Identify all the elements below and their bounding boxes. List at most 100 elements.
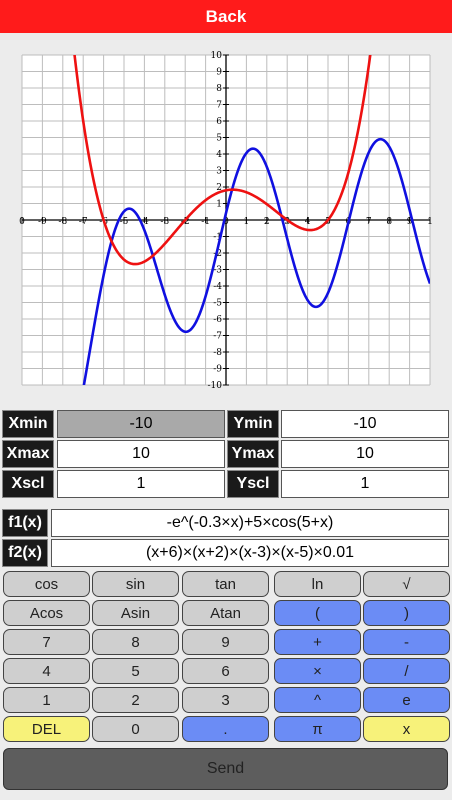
key-7[interactable]: 7 <box>3 629 90 655</box>
x-tick-label: 8 <box>386 217 392 227</box>
key-label: x <box>402 720 411 738</box>
key-e[interactable]: e <box>363 687 450 713</box>
key-label: 8 <box>131 633 140 651</box>
key-label: DEL <box>31 720 62 738</box>
key-del[interactable]: DEL <box>3 716 90 742</box>
key-2[interactable]: 2 <box>92 687 179 713</box>
xmax-label: Xmax <box>2 440 54 468</box>
xscl-label: Xscl <box>2 470 54 498</box>
key-minus[interactable]: - <box>363 629 450 655</box>
x-tick-label: -8 <box>58 217 67 227</box>
xmin-field[interactable]: -10 <box>57 410 225 438</box>
x-tick-label: 1 <box>244 217 250 227</box>
y-tick-label: 3 <box>216 167 222 177</box>
y-tick-label: 10 <box>211 51 223 61</box>
key-label: 7 <box>42 633 51 651</box>
key-label: Acos <box>29 604 64 622</box>
back-label: Back <box>205 6 247 26</box>
x-tick-label: -3 <box>160 217 169 227</box>
yscl-field[interactable]: 1 <box>281 470 449 498</box>
f1-label: f1(x) <box>2 509 48 537</box>
f2-label: f2(x) <box>2 539 48 567</box>
x-tick-label: 0 <box>19 217 25 227</box>
key-asin[interactable]: Asin <box>92 600 179 626</box>
key-0[interactable]: 0 <box>92 716 179 742</box>
f1-input[interactable]: -e^(-0.3×x)+5×cos(5+x) <box>51 509 449 537</box>
key-plus[interactable]: + <box>274 629 361 655</box>
key-4[interactable]: 4 <box>3 658 90 684</box>
x-tick-label: -5 <box>120 217 129 227</box>
y-tick-label: 1 <box>216 200 222 210</box>
key-divide[interactable]: / <box>363 658 450 684</box>
key-decimal-point[interactable]: . <box>182 716 269 742</box>
key-label: sin <box>125 575 146 593</box>
ymax-field[interactable]: 10 <box>281 440 449 468</box>
xscl-field[interactable]: 1 <box>57 470 225 498</box>
y-tick-label: -7 <box>213 332 222 342</box>
key-label: e <box>402 691 411 709</box>
x-tick-label: -9 <box>38 217 47 227</box>
key-label: 3 <box>221 691 230 709</box>
key-label: - <box>404 633 409 651</box>
y-tick-label: -9 <box>213 365 222 375</box>
key-label: ( <box>315 604 320 622</box>
key-pi[interactable]: π <box>274 716 361 742</box>
key-label: Asin <box>120 604 151 622</box>
y-tick-label: -5 <box>213 299 222 309</box>
y-tick-label: 8 <box>216 84 222 94</box>
key-atan[interactable]: Atan <box>182 600 269 626</box>
key-tan[interactable]: tan <box>182 571 269 597</box>
xmin-label: Xmin <box>2 410 54 438</box>
key-multiply[interactable]: × <box>274 658 361 684</box>
x-tick-label: 2 <box>264 217 270 227</box>
key-label: 4 <box>42 662 51 680</box>
key-cos[interactable]: cos <box>3 571 90 597</box>
key-label: cos <box>34 575 59 593</box>
send-button[interactable]: Send <box>3 748 448 790</box>
key-open-paren[interactable]: ( <box>274 600 361 626</box>
key-label: ln <box>311 575 324 593</box>
key-label: / <box>404 662 409 680</box>
graph-plot: 0 -9 -8 -7 -6 -5 -4 -3 -2 -1 0 1 2 3 4 5 6 7 8 9 11098765432… <box>0 33 452 408</box>
f2-input[interactable]: (x+6)×(x+2)×(x-3)×(x-5)×0.01 <box>51 539 449 567</box>
key-label: 2 <box>131 691 140 709</box>
key-power[interactable]: ^ <box>274 687 361 713</box>
key-label: 5 <box>131 662 140 680</box>
x-tick-label: 4 <box>305 217 311 227</box>
ymin-label: Ymin <box>227 410 279 438</box>
key-label: 6 <box>221 662 230 680</box>
key-close-paren[interactable]: ) <box>363 600 450 626</box>
key-label: ^ <box>313 691 322 709</box>
key-label: 9 <box>221 633 230 651</box>
key-6[interactable]: 6 <box>182 658 269 684</box>
key-9[interactable]: 9 <box>182 629 269 655</box>
key-label: . <box>223 720 228 738</box>
key-1[interactable]: 1 <box>3 687 90 713</box>
x-tick-label: -7 <box>79 217 88 227</box>
x-tick-label: 7 <box>366 217 372 227</box>
y-tick-label: 4 <box>216 150 222 160</box>
y-tick-label: -4 <box>213 282 222 292</box>
ymin-field[interactable]: -10 <box>281 410 449 438</box>
y-tick-label: -8 <box>213 348 222 358</box>
yscl-label: Yscl <box>227 470 279 498</box>
y-tick-label: 7 <box>216 101 222 111</box>
key-label: π <box>312 720 323 738</box>
key-label: ) <box>404 604 409 622</box>
xmax-field[interactable]: 10 <box>57 440 225 468</box>
key-sin[interactable]: sin <box>92 571 179 597</box>
key-ln[interactable]: ln <box>274 571 361 597</box>
back-button[interactable]: Back <box>0 0 452 33</box>
key-8[interactable]: 8 <box>92 629 179 655</box>
key-x[interactable]: x <box>363 716 450 742</box>
key-label: + <box>313 633 322 651</box>
send-label: Send <box>206 760 245 777</box>
y-tick-label: -6 <box>213 315 222 325</box>
key-acos[interactable]: Acos <box>3 600 90 626</box>
x-tick-label: 1 <box>427 217 433 227</box>
key-3[interactable]: 3 <box>182 687 269 713</box>
key-label: 1 <box>42 691 51 709</box>
key-label: √ <box>402 575 411 593</box>
key-5[interactable]: 5 <box>92 658 179 684</box>
key-sqrt[interactable]: √ <box>363 571 450 597</box>
